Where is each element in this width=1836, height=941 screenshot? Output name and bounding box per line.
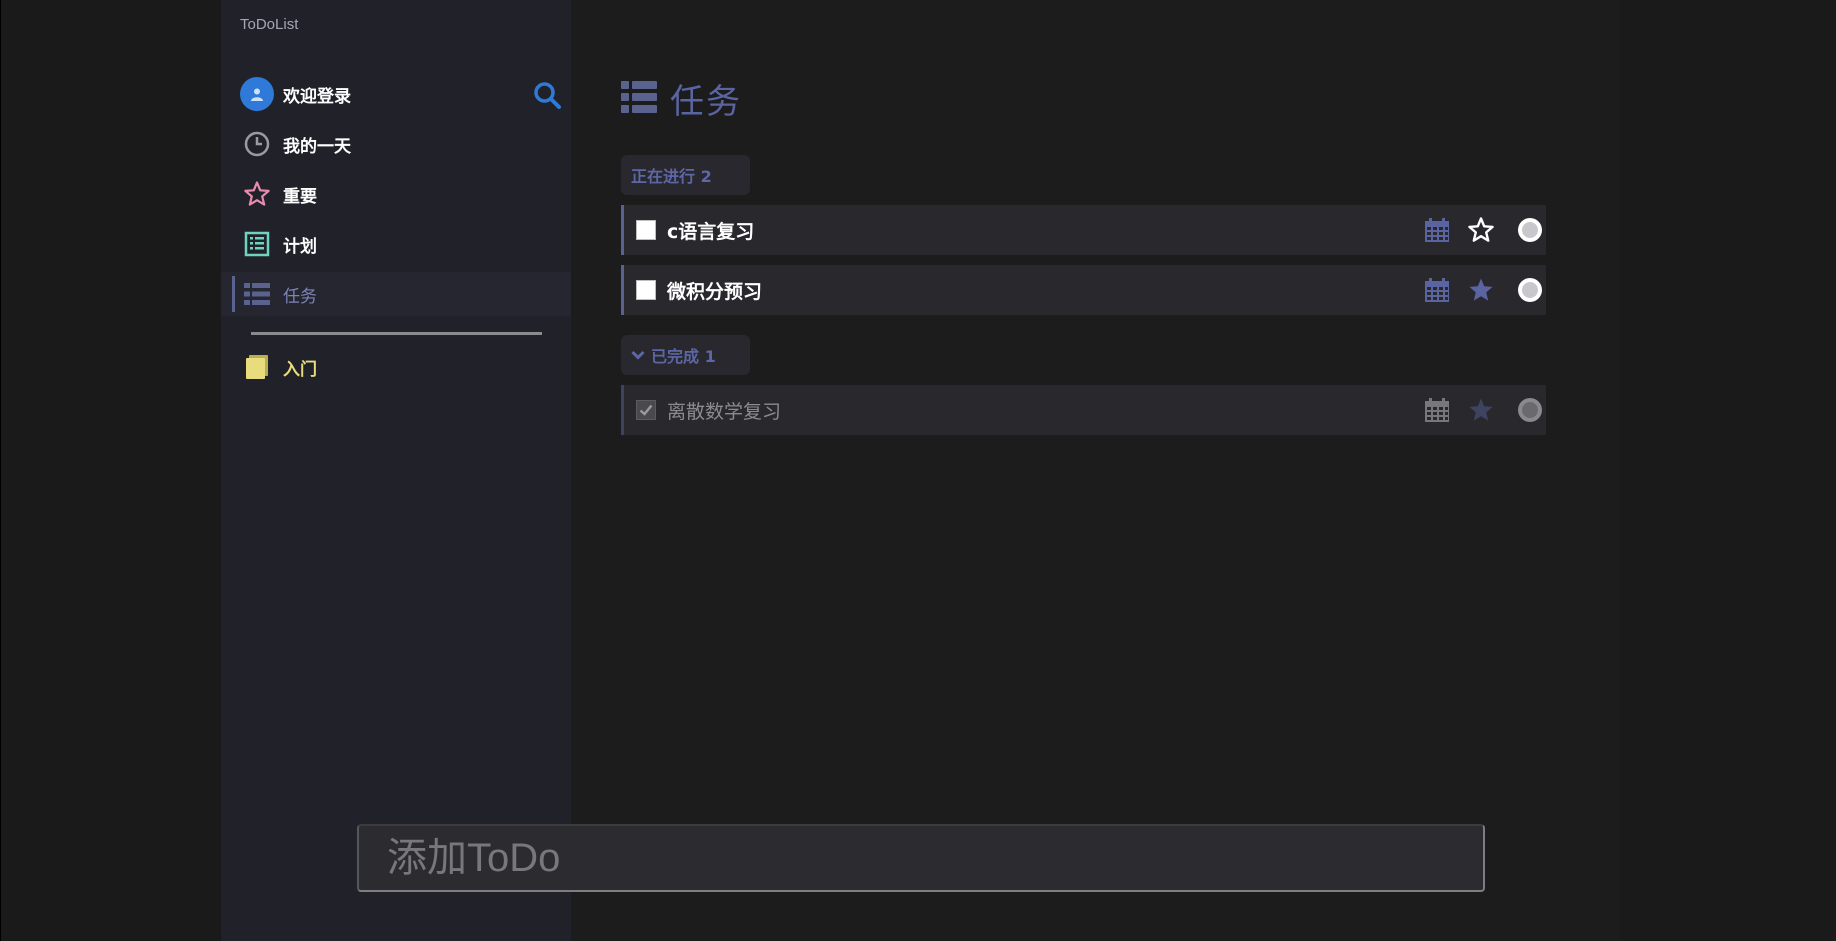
sidebar: ToDoList 欢迎登录 我的一天 重要 计划 任务 入门 bbox=[221, 0, 571, 941]
calendar-icon[interactable] bbox=[1424, 397, 1450, 423]
calendar-icon[interactable] bbox=[1424, 217, 1450, 243]
radio-circle-icon[interactable] bbox=[1517, 217, 1543, 243]
task-checkbox[interactable] bbox=[636, 400, 656, 420]
user-login-label: 欢迎登录 bbox=[283, 86, 351, 107]
page-title: 任务 bbox=[670, 82, 742, 122]
add-todo-input[interactable] bbox=[359, 826, 1483, 890]
sidebar-item-label: 入门 bbox=[283, 359, 317, 380]
radio-circle-icon[interactable] bbox=[1517, 277, 1543, 303]
notebook-icon bbox=[240, 350, 274, 384]
task-row[interactable]: 微积分预习 bbox=[621, 265, 1546, 315]
app-title: ToDoList bbox=[240, 16, 299, 33]
task-title: c语言复习 bbox=[667, 220, 755, 243]
star-outline-icon[interactable] bbox=[1467, 216, 1495, 244]
user-avatar-icon bbox=[240, 77, 274, 111]
sidebar-item-label: 我的一天 bbox=[283, 136, 351, 157]
add-todo-box bbox=[357, 824, 1485, 892]
star-filled-icon[interactable] bbox=[1467, 276, 1495, 304]
sidebar-item-important[interactable]: 重要 bbox=[221, 172, 571, 216]
sidebar-divider bbox=[251, 332, 542, 335]
task-checkbox[interactable] bbox=[636, 220, 656, 240]
calendar-icon[interactable] bbox=[1424, 277, 1450, 303]
sidebar-item-label: 任务 bbox=[283, 286, 317, 307]
star-filled-icon[interactable] bbox=[1467, 396, 1495, 424]
check-icon bbox=[639, 404, 653, 416]
section-in-progress[interactable]: 正在进行 2 bbox=[621, 155, 750, 195]
user-login-item[interactable]: 欢迎登录 bbox=[221, 72, 571, 116]
radio-circle-icon[interactable] bbox=[1517, 397, 1543, 423]
sidebar-item-label: 重要 bbox=[283, 186, 317, 207]
section-completed-label: 已完成 1 bbox=[651, 347, 716, 366]
sidebar-item-my-day[interactable]: 我的一天 bbox=[221, 122, 571, 166]
sidebar-item-getting-started[interactable]: 入门 bbox=[221, 345, 571, 389]
task-checkbox[interactable] bbox=[636, 280, 656, 300]
task-title: 离散数学复习 bbox=[667, 400, 782, 423]
task-title: 微积分预习 bbox=[667, 280, 763, 303]
window-edge bbox=[0, 0, 1, 941]
task-list-icon bbox=[621, 79, 657, 119]
section-in-progress-label: 正在进行 2 bbox=[631, 167, 712, 186]
star-outline-icon bbox=[240, 177, 274, 211]
task-row[interactable]: c语言复习 bbox=[621, 205, 1546, 255]
app-frame: ToDoList 欢迎登录 我的一天 重要 计划 任务 入门 任务 正在进行 2… bbox=[221, 0, 1620, 941]
page-header: 任务 bbox=[621, 74, 742, 123]
section-completed[interactable]: 已完成 1 bbox=[621, 335, 750, 375]
task-list-icon bbox=[240, 277, 274, 311]
clock-icon bbox=[240, 127, 274, 161]
sidebar-item-label: 计划 bbox=[283, 236, 317, 257]
sidebar-item-planned[interactable]: 计划 bbox=[221, 222, 571, 266]
calendar-list-icon bbox=[240, 227, 274, 261]
search-icon[interactable] bbox=[532, 80, 562, 110]
sidebar-item-tasks[interactable]: 任务 bbox=[221, 272, 571, 316]
avatar bbox=[240, 77, 274, 111]
chevron-down-icon bbox=[631, 350, 645, 360]
task-row[interactable]: 离散数学复习 bbox=[621, 385, 1546, 435]
